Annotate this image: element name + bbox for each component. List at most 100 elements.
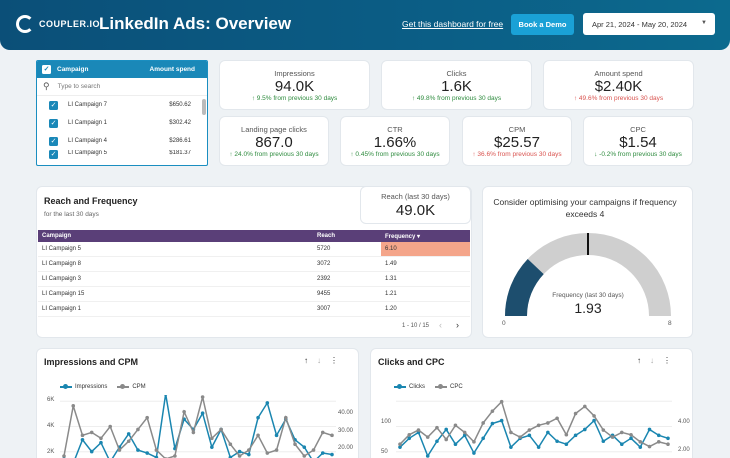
cell-frequency: 1.20 [385,306,397,312]
data-point-cpm [80,433,85,438]
table-row: LI Campaign 8 3072 1.49 [38,257,470,272]
more-options-icon[interactable]: ⋮ [330,356,338,365]
sort-up-icon[interactable]: ↑ [637,356,641,365]
data-point-cpm [311,448,316,452]
row-checkbox[interactable]: ✓ [49,136,58,146]
date-range-picker[interactable]: Apr 21, 2024 - May 20, 2024 ▼ [583,13,715,35]
clicks-cpc-chart [396,399,672,458]
data-point-clicks [425,454,430,458]
data-point-impressions [164,395,168,396]
filter-row-amount: $286.61 [169,138,191,144]
get-dashboard-link[interactable]: Get this dashboard for free [402,19,503,29]
data-point-cpm [293,442,297,446]
legend-label: CPM [132,384,146,390]
data-point-clicks [453,442,458,446]
data-point-clicks [481,436,485,441]
data-point-impressions [126,432,131,436]
cell-campaign: LI Campaign 15 [42,291,85,297]
data-point-cpc [610,435,615,439]
data-point-cpm [265,451,270,455]
cell-frequency: 6.10 [381,242,470,256]
search-icon: ⚲ [43,81,50,91]
data-point-impressions [210,445,214,449]
data-point-impressions [302,445,307,449]
kpi-change: ↑ 49.6% from previous 30 days [544,95,693,102]
kpi-value: 1.6K [441,78,472,95]
kpi-change: ↑ 49.8% from previous 30 days [382,95,531,102]
data-point-impressions [99,440,103,445]
series-line-clicks [399,419,669,458]
filter-scrollbar[interactable] [202,99,206,115]
kpi-change-text: ↑ 49.6% from previous 30 days [573,95,664,102]
data-point-clicks [472,451,476,455]
date-range-text: Apr 21, 2024 - May 20, 2024 [592,19,688,29]
data-point-clicks [592,418,596,423]
col-reach[interactable]: Reach [317,233,335,239]
y-tick-left: 100 [381,419,392,425]
data-point-cpc [666,442,670,446]
data-point-cpm [126,439,131,444]
data-point-cpc [583,404,587,409]
data-point-cpc [398,442,402,446]
gauge-min: 0 [502,320,506,327]
legend-label: CPC [450,384,463,390]
filter-row[interactable]: ✓ LI Campaign 4 $286.61 [37,132,207,150]
data-point-clicks [509,445,513,449]
campaign-filter[interactable]: ✓ Campaign Amount spend ⚲ Type to search… [36,60,208,166]
data-point-cpm [62,454,66,458]
data-point-cpc [444,437,449,442]
data-point-clicks [564,442,569,446]
select-all-checkbox[interactable]: ✓ [42,65,51,74]
more-options-icon[interactable]: ⋮ [663,356,671,365]
data-point-clicks [647,427,652,432]
filter-search[interactable]: ⚲ Type to search [37,78,207,96]
sort-down-icon[interactable]: ↓ [650,356,654,365]
filter-row[interactable]: ✓ LI Campaign 5 $181.37 [37,150,207,160]
logo: COUPLER.IO [16,15,100,33]
search-input[interactable]: Type to search [58,83,101,90]
data-point-cpm [99,436,103,441]
kpi-label: CPM [508,125,526,134]
col-frequency[interactable]: Frequency ▾ [381,230,470,242]
row-checkbox[interactable]: ✓ [49,150,58,159]
gauge-max: 8 [668,320,672,327]
book-demo-button[interactable]: Book a Demo [511,14,574,35]
next-page-icon[interactable]: › [456,320,459,330]
data-point-cpm [173,454,177,458]
sort-down-icon[interactable]: ↓ [317,356,321,365]
sort-up-icon[interactable]: ↑ [304,356,308,365]
cell-campaign: LI Campaign 3 [42,276,82,282]
kpi-label: CTR [387,125,403,134]
col-campaign[interactable]: Campaign [42,233,71,239]
kpi-change-text: ↑ 24.0% from previous 30 days [229,151,319,158]
kpi-label: CPC [630,125,646,134]
kpi-label: Impressions [274,69,315,78]
impressions-cpm-chart [60,395,336,458]
prev-page-icon[interactable]: ‹ [439,320,442,330]
data-point-clicks [555,439,559,444]
data-point-cpm [182,409,186,414]
data-point-cpc [425,435,430,439]
table-row: LI Campaign 3 2392 1.31 [38,272,470,287]
y-tick-left: 50 [381,449,388,455]
kpi-change-text: ↑ 9.5% from previous 30 days [251,95,338,102]
data-point-cpm [117,448,122,452]
row-checkbox[interactable]: ✓ [49,118,58,128]
filter-row-amount: $181.37 [169,150,191,156]
data-point-clicks [601,439,606,444]
filter-row[interactable]: ✓ LI Campaign 7 $650.62 [37,96,207,114]
data-point-cpm [136,427,140,432]
data-point-cpc [555,416,559,421]
data-point-cpc [472,440,476,444]
reach-kpi-label: Reach (last 30 days) [381,192,450,201]
legend-swatch [117,384,130,389]
data-point-cpm [283,415,288,420]
data-point-impressions [80,437,85,442]
row-checkbox[interactable]: ✓ [49,100,58,110]
kpi-change-text: ↑ 0.45% from previous 30 days [350,151,440,158]
filter-row[interactable]: ✓ LI Campaign 1 $302.42 [37,114,207,132]
data-point-clicks [666,436,670,441]
y-tick-right: 20.00 [338,445,354,451]
table-row: LI Campaign 15 9455 1.21 [38,287,470,302]
data-point-cpc [462,430,467,435]
